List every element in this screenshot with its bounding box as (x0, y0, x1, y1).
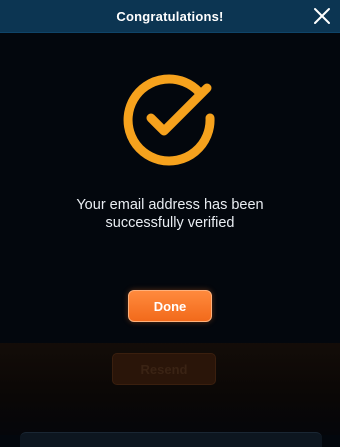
background-card (20, 432, 322, 447)
background-resend-button: Resend (112, 353, 216, 385)
done-button[interactable]: Done (128, 290, 212, 322)
verification-modal: Congratulations! Your email address has … (0, 0, 340, 343)
close-icon[interactable] (310, 4, 334, 28)
modal-title: Congratulations! (116, 8, 224, 24)
check-circle-icon (123, 74, 215, 166)
message-line-2: successfully verified (105, 215, 235, 231)
modal-header: Congratulations! (0, 0, 340, 33)
screen: Resend Congratulations! Your email addre… (0, 0, 340, 447)
message-line-1: Your email address has been (76, 197, 264, 213)
verification-message: Your email address has been successfully… (20, 196, 320, 232)
